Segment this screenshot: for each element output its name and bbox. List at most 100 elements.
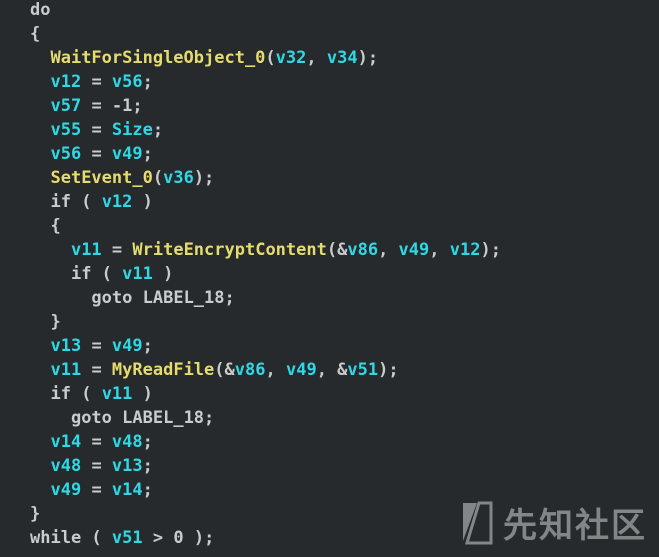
code-token: = xyxy=(81,96,112,116)
code-token: ; xyxy=(142,144,153,164)
function-token[interactable]: WaitForSingleObject_0 xyxy=(50,48,265,68)
watermark: 先知社区 xyxy=(455,498,647,547)
code-line[interactable]: v55 = Size; xyxy=(30,118,163,142)
identifier-token[interactable]: v55 xyxy=(50,120,81,140)
identifier-token[interactable]: v48 xyxy=(50,456,81,476)
identifier-token[interactable]: v32 xyxy=(276,48,307,68)
code-token: } xyxy=(30,504,41,524)
code-token: = xyxy=(81,432,112,452)
identifier-token[interactable]: v57 xyxy=(50,96,81,116)
identifier-token[interactable]: v56 xyxy=(50,144,81,164)
identifier-token[interactable]: v86 xyxy=(235,360,266,380)
identifier-token[interactable]: v49 xyxy=(112,336,143,356)
code-line[interactable]: if ( v11 ) xyxy=(30,382,153,406)
identifier-token[interactable]: v49 xyxy=(112,144,143,164)
identifier-token[interactable]: v13 xyxy=(112,456,143,476)
code-line[interactable]: if ( v11 ) xyxy=(30,262,173,286)
keyword-token: if xyxy=(70,264,92,284)
keyword-token: while xyxy=(30,528,82,548)
identifier-token[interactable]: v14 xyxy=(112,480,143,500)
code-line[interactable]: } xyxy=(30,502,40,526)
code-token: > xyxy=(142,528,174,548)
code-token: , & xyxy=(316,360,348,380)
code-line[interactable]: v11 = MyReadFile(&v86, v49, &v51); xyxy=(30,358,399,382)
code-token: } xyxy=(50,312,61,332)
keyword-token: if xyxy=(50,384,71,404)
code-token: = xyxy=(81,120,112,140)
code-token: ( xyxy=(152,168,164,188)
identifier-token[interactable]: v12 xyxy=(450,240,481,260)
code-line[interactable]: v48 = v13; xyxy=(30,454,153,478)
keyword-token: do xyxy=(30,0,51,20)
identifier-token[interactable]: v14 xyxy=(50,432,81,452)
code-token: ); xyxy=(378,360,399,380)
identifier-token[interactable]: v49 xyxy=(286,360,317,380)
pseudocode-view[interactable]: do{ WaitForSingleObject_0(v32, v34); v12… xyxy=(0,0,659,557)
code-line[interactable]: v12 = v56; xyxy=(30,70,152,94)
code-line[interactable]: v14 = v48; xyxy=(30,430,153,454)
identifier-token[interactable]: Size xyxy=(112,120,153,140)
code-line[interactable]: } xyxy=(30,310,61,334)
identifier-token[interactable]: v49 xyxy=(50,480,81,500)
code-line[interactable]: SetEvent_0(v36); xyxy=(30,166,214,190)
code-line[interactable]: { xyxy=(30,22,40,46)
identifier-token[interactable]: v11 xyxy=(50,360,81,380)
code-line[interactable]: { xyxy=(30,214,60,238)
code-token: LABEL_18 xyxy=(142,288,225,308)
identifier-token[interactable]: v48 xyxy=(112,432,143,452)
identifier-token[interactable]: v11 xyxy=(122,264,153,284)
code-token: ; xyxy=(204,408,215,428)
keyword-token: goto xyxy=(70,408,112,428)
code-token: ; xyxy=(142,432,153,452)
code-line[interactable]: goto LABEL_18; xyxy=(30,406,214,430)
code-token: ; xyxy=(142,480,153,500)
function-token[interactable]: SetEvent_0 xyxy=(50,168,152,188)
identifier-token[interactable]: v86 xyxy=(347,240,378,260)
identifier-token[interactable]: v13 xyxy=(50,336,81,356)
code-line[interactable]: v56 = v49; xyxy=(30,142,153,166)
identifier-token[interactable]: v12 xyxy=(102,192,133,212)
identifier-token[interactable]: v11 xyxy=(71,240,102,260)
identifier-token[interactable]: v34 xyxy=(327,48,358,68)
identifier-token[interactable]: v36 xyxy=(163,168,194,188)
code-token: ) xyxy=(152,264,174,284)
code-line[interactable]: WaitForSingleObject_0(v32, v34); xyxy=(30,46,378,70)
code-line[interactable]: goto LABEL_18; xyxy=(30,286,234,310)
code-token: (& xyxy=(214,360,235,380)
code-token: ; xyxy=(152,120,164,140)
code-line[interactable]: while ( v51 > 0 ); xyxy=(30,526,214,550)
code-line[interactable]: do xyxy=(30,0,50,22)
code-line[interactable]: v49 = v14; xyxy=(30,478,153,502)
function-token[interactable]: MyReadFile xyxy=(112,360,214,380)
code-token: , xyxy=(429,240,450,260)
identifier-token[interactable]: v56 xyxy=(112,72,143,92)
identifier-token[interactable]: v51 xyxy=(112,528,143,548)
code-line[interactable]: v13 = v49; xyxy=(30,334,152,358)
code-token: 0 xyxy=(173,528,184,548)
identifier-token[interactable]: v51 xyxy=(347,360,378,380)
code-line[interactable]: v57 = -1; xyxy=(30,94,143,118)
code-token: ( xyxy=(91,264,123,284)
code-line[interactable]: v11 = WriteEncryptContent(&v86, v49, v12… xyxy=(30,238,501,262)
code-token: = xyxy=(81,360,112,380)
code-token: ; xyxy=(142,456,153,476)
code-token: ) xyxy=(132,192,153,212)
code-token: ) xyxy=(132,384,153,404)
code-line[interactable]: if ( v12 ) xyxy=(30,190,153,214)
identifier-token[interactable]: v12 xyxy=(50,72,81,92)
code-token: = xyxy=(81,336,112,356)
identifier-token[interactable]: v11 xyxy=(102,384,133,404)
function-token[interactable]: WriteEncryptContent xyxy=(132,240,326,260)
code-token: ; xyxy=(132,96,143,116)
identifier-token[interactable]: v49 xyxy=(399,240,430,260)
code-token: { xyxy=(30,24,41,44)
